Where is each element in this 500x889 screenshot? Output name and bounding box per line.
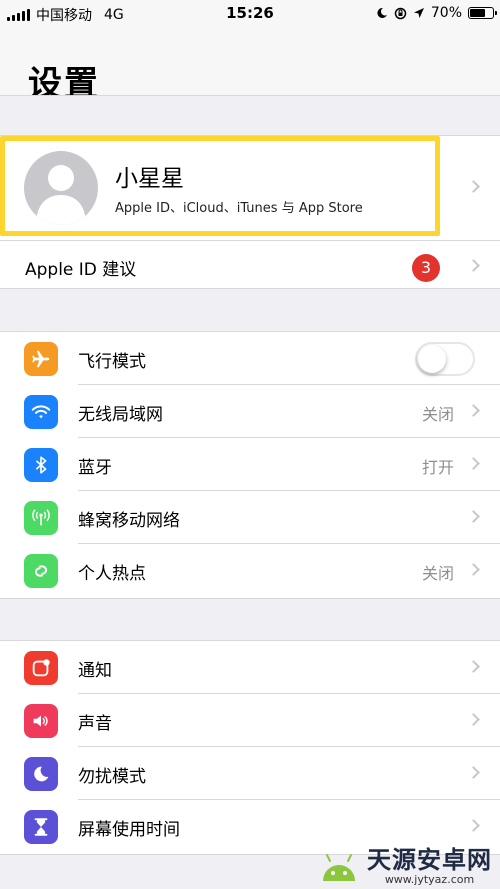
wifi-icon bbox=[24, 395, 58, 429]
battery-icon bbox=[468, 7, 497, 19]
cellular-icon bbox=[24, 501, 58, 535]
chevron-right-icon bbox=[467, 819, 480, 832]
chevron-right-icon bbox=[467, 180, 480, 193]
row-label: 无线局域网 bbox=[78, 405, 163, 425]
suggestions-label: Apple ID 建议 bbox=[25, 260, 137, 280]
lock-rotation-icon bbox=[394, 7, 407, 19]
settings-row-bluetooth[interactable]: 蓝牙 打开 bbox=[0, 438, 500, 491]
settings-row-personal-hotspot[interactable]: 个人热点 关闭 bbox=[0, 544, 500, 597]
settings-row-cellular[interactable]: 蜂窝移动网络 bbox=[0, 491, 500, 544]
settings-row-airplane-mode[interactable]: 飞行模式 bbox=[0, 332, 500, 385]
notification-badge: 3 bbox=[412, 254, 440, 282]
row-label: 勿扰模式 bbox=[78, 767, 146, 787]
row-label: 屏幕使用时间 bbox=[78, 820, 180, 840]
settings-row-wifi[interactable]: 无线局域网 关闭 bbox=[0, 385, 500, 438]
battery-percent: 70% bbox=[430, 5, 462, 21]
settings-row-sounds[interactable]: 声音 bbox=[0, 694, 500, 747]
status-right: 70% bbox=[376, 5, 497, 21]
apple-id-suggestions-row[interactable]: Apple ID 建议 3 bbox=[0, 240, 500, 290]
moon-icon bbox=[24, 757, 58, 791]
chevron-right-icon bbox=[467, 457, 480, 470]
row-label: 蓝牙 bbox=[78, 458, 112, 478]
row-label: 声音 bbox=[78, 714, 112, 734]
row-value: 打开 bbox=[421, 458, 454, 477]
settings-row-notifications[interactable]: 通知 bbox=[0, 641, 500, 694]
profile-group: 小星星 Apple ID、iCloud、iTunes 与 App Store A… bbox=[0, 135, 500, 289]
row-value: 关闭 bbox=[421, 564, 454, 583]
row-label: 个人热点 bbox=[78, 564, 146, 584]
status-bar: 中国移动 4G 15:26 70% bbox=[0, 0, 500, 28]
connectivity-group: 飞行模式 无线局域网 关闭 蓝牙 打开 蜂窝移动网络 个人热点 关闭 bbox=[0, 331, 500, 599]
row-label: 飞行模式 bbox=[78, 352, 146, 372]
page-title: 设置 bbox=[28, 64, 100, 96]
chevron-right-icon bbox=[467, 259, 480, 272]
notifications-group: 通知 声音 勿扰模式 屏幕使用时间 bbox=[0, 640, 500, 855]
chevron-right-icon bbox=[467, 510, 480, 523]
chevron-right-icon bbox=[467, 660, 480, 673]
moon-status-icon bbox=[377, 7, 387, 18]
chevron-right-icon bbox=[467, 404, 480, 417]
row-label: 通知 bbox=[78, 661, 112, 681]
watermark: 天源安卓网 www.jytyaz.com bbox=[317, 848, 492, 885]
location-icon bbox=[413, 8, 424, 18]
android-logo-icon bbox=[323, 853, 355, 881]
row-label: 蜂窝移动网络 bbox=[78, 511, 180, 531]
hotspot-icon bbox=[24, 554, 58, 588]
chevron-right-icon bbox=[467, 713, 480, 726]
watermark-name: 天源安卓网 bbox=[367, 846, 492, 874]
bluetooth-icon bbox=[24, 448, 58, 482]
row-value: 关闭 bbox=[421, 405, 454, 424]
hourglass-icon bbox=[24, 810, 58, 844]
chevron-right-icon bbox=[467, 563, 480, 576]
airplane-mode-toggle[interactable] bbox=[415, 342, 475, 376]
airplane-icon bbox=[24, 342, 58, 376]
navigation-bar: 设置 bbox=[0, 28, 500, 96]
watermark-url: www.jytyaz.com bbox=[384, 873, 475, 886]
toggle-knob bbox=[418, 345, 446, 373]
chevron-right-icon bbox=[467, 766, 480, 779]
apple-id-profile-row[interactable]: 小星星 Apple ID、iCloud、iTunes 与 App Store bbox=[0, 136, 500, 240]
notifications-icon bbox=[24, 651, 58, 685]
highlight-box bbox=[0, 136, 440, 236]
settings-row-do-not-disturb[interactable]: 勿扰模式 bbox=[0, 747, 500, 800]
watermark-text: 天源安卓网 www.jytyaz.com bbox=[367, 848, 492, 885]
sound-icon bbox=[24, 704, 58, 738]
